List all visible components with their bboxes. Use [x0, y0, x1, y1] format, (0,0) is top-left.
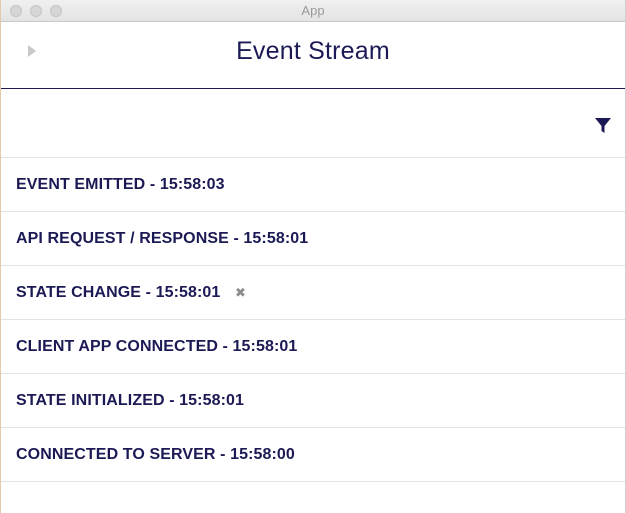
event-label: STATE INITIALIZED - 15:58:01 — [16, 392, 245, 409]
event-row[interactable]: API REQUEST / RESPONSE - 15:58:01 — [1, 212, 625, 266]
page-title: Event Stream — [236, 37, 390, 65]
window-title: App — [301, 3, 325, 18]
close-icon[interactable]: ✖ — [235, 285, 246, 301]
event-label: API REQUEST / RESPONSE - 15:58:01 — [16, 230, 309, 247]
app-window: App Event Stream EVENT EMITTED - 15:58:0… — [0, 0, 626, 513]
event-label: CONNECTED TO SERVER - 15:58:00 — [16, 446, 295, 463]
event-row[interactable]: STATE CHANGE - 15:58:01 ✖ — [1, 266, 625, 320]
event-label: STATE CHANGE - 15:58:01 — [16, 284, 221, 301]
page-header: Event Stream — [1, 22, 625, 89]
event-row[interactable]: CONNECTED TO SERVER - 15:58:00 — [1, 428, 625, 482]
event-row[interactable]: CLIENT APP CONNECTED - 15:58:01 — [1, 320, 625, 374]
filter-icon[interactable] — [594, 117, 612, 135]
window-titlebar[interactable]: App — [1, 0, 625, 22]
event-label: EVENT EMITTED - 15:58:03 — [16, 176, 225, 193]
event-row[interactable]: STATE INITIALIZED - 15:58:01 — [1, 374, 625, 428]
event-label: CLIENT APP CONNECTED - 15:58:01 — [16, 338, 298, 355]
event-row[interactable]: EVENT EMITTED - 15:58:03 — [1, 158, 625, 212]
event-list: EVENT EMITTED - 15:58:03 API REQUEST / R… — [1, 158, 625, 482]
filter-bar — [1, 89, 625, 158]
